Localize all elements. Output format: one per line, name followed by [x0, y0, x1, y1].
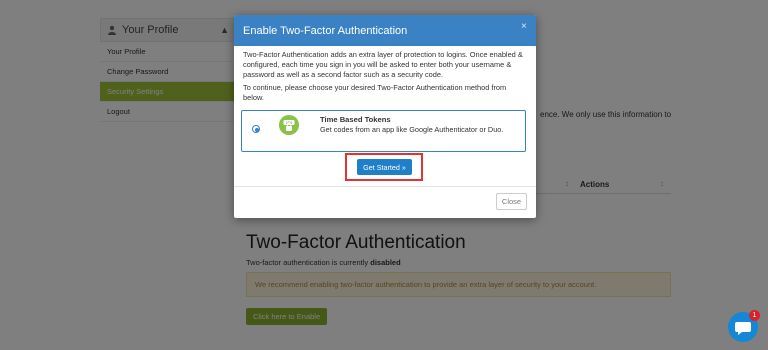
method-title: Time Based Tokens — [320, 115, 391, 124]
notification-badge: 1 — [749, 310, 760, 321]
modal-title: Enable Two-Factor Authentication — [243, 25, 408, 37]
method-description: Get codes from an app like Google Authen… — [320, 125, 504, 134]
radio-selected-dot — [255, 128, 259, 132]
method-radio[interactable] — [252, 125, 260, 133]
method-option-time-based-tokens[interactable]: 2FA Time Based Tokens Get codes from an … — [241, 110, 526, 152]
close-button[interactable]: Close — [496, 193, 527, 210]
enable-2fa-modal: Enable Two-Factor Authentication × Two-F… — [234, 15, 536, 218]
modal-description: Two-Factor Authentication adds an extra … — [243, 50, 523, 79]
authenticator-app-icon: 2FA — [279, 115, 299, 135]
modal-footer-divider — [234, 186, 536, 187]
modal-instruction: To continue, please choose your desired … — [243, 83, 507, 102]
close-icon[interactable]: × — [521, 21, 527, 32]
get-started-button[interactable]: Get Started » — [357, 159, 412, 175]
